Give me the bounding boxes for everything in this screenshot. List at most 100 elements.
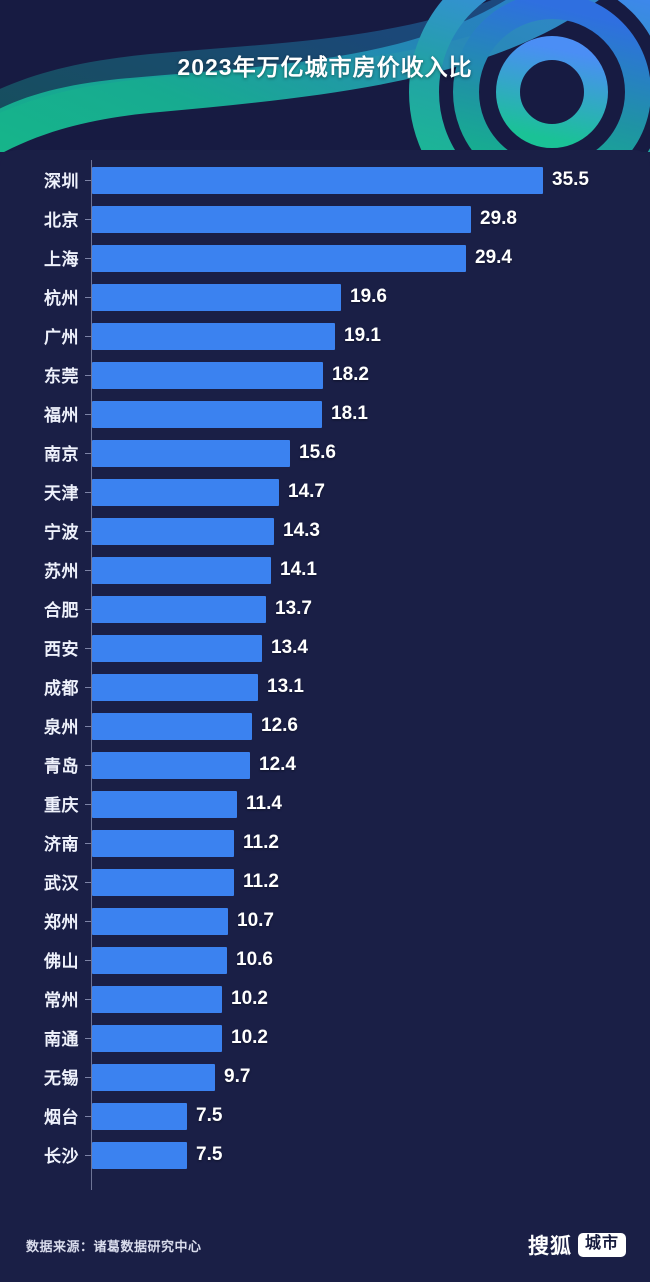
category-label: 无锡: [44, 1069, 79, 1088]
footer: 数据来源：诸葛数据研究中心 搜狐 城市: [0, 1202, 650, 1282]
bar-value-label: 14.1: [280, 559, 317, 580]
data-source-text: 数据来源：诸葛数据研究中心: [26, 1239, 202, 1254]
chart-row: 武汉 11.2: [0, 863, 650, 902]
category-label: 佛山: [44, 952, 79, 971]
bar-chart: 深圳 35.5 北京 29.8 上海 29.4 杭州 19.6 广州 19.1 东莞 18.2 福州 18…: [0, 150, 650, 1202]
bar-value-label: 11.2: [243, 871, 279, 892]
bar-value-label: 14.7: [288, 481, 325, 502]
category-label: 苏州: [44, 562, 79, 581]
axis-tick: [85, 531, 91, 532]
chart-row: 南京 15.6: [0, 434, 650, 473]
bar: [92, 986, 222, 1013]
chart-row: 宁波 14.3: [0, 512, 650, 551]
axis-tick: [85, 453, 91, 454]
bar-value-label: 14.3: [283, 520, 320, 541]
axis-tick: [85, 375, 91, 376]
bar: [92, 440, 290, 467]
bar-value-label: 9.7: [224, 1066, 251, 1087]
bar-value-label: 7.5: [196, 1144, 223, 1165]
page-title: 2023年万亿城市房价收入比: [177, 54, 473, 80]
category-label: 杭州: [44, 289, 79, 308]
axis-tick: [85, 258, 91, 259]
bar: [92, 362, 323, 389]
category-label: 长沙: [44, 1147, 79, 1166]
bar-value-label: 18.2: [332, 364, 369, 385]
category-label: 郑州: [44, 913, 79, 932]
axis-tick: [85, 843, 91, 844]
bar: [92, 518, 274, 545]
chart-row: 常州 10.2: [0, 980, 650, 1019]
bar-value-label: 29.4: [475, 247, 512, 268]
brand-badge-text: 城市: [577, 1233, 626, 1257]
bar: [92, 284, 341, 311]
category-label: 上海: [44, 250, 79, 269]
bar-value-label: 18.1: [331, 403, 368, 424]
axis-tick: [85, 882, 91, 883]
bar-value-label: 15.6: [299, 442, 336, 463]
brand-name-text: 搜狐: [527, 1235, 572, 1258]
brand-logo: 搜狐 城市: [528, 1230, 626, 1260]
category-label: 天津: [44, 484, 79, 503]
chart-row: 东莞 18.2: [0, 356, 650, 395]
category-label: 宁波: [44, 523, 79, 542]
axis-tick: [85, 1077, 91, 1078]
axis-tick: [85, 609, 91, 610]
infographic-root: 2023年万亿城市房价收入比 深圳 35.5 北京 29.8 上海 29.4 杭州 19.6 广…: [0, 0, 650, 1282]
header-banner: 2023年万亿城市房价收入比: [0, 0, 650, 152]
bar: [92, 167, 543, 194]
bar-value-label: 13.1: [267, 676, 304, 697]
bar-value-label: 12.4: [259, 754, 296, 775]
chart-row: 烟台 7.5: [0, 1097, 650, 1136]
axis-tick: [85, 921, 91, 922]
bar: [92, 479, 279, 506]
chart-row: 上海 29.4: [0, 239, 650, 278]
category-label: 重庆: [44, 796, 79, 815]
axis-tick: [85, 648, 91, 649]
axis-tick: [85, 219, 91, 220]
category-label: 福州: [44, 406, 79, 425]
axis-tick: [85, 180, 91, 181]
bar-value-label: 10.6: [236, 949, 273, 970]
bar-value-label: 10.2: [231, 988, 268, 1009]
category-label: 南通: [44, 1030, 79, 1049]
bar: [92, 1064, 215, 1091]
axis-tick: [85, 1116, 91, 1117]
chart-row: 济南 11.2: [0, 824, 650, 863]
chart-row: 佛山 10.6: [0, 941, 650, 980]
category-label: 深圳: [44, 172, 79, 191]
bar: [92, 245, 466, 272]
category-label: 泉州: [44, 718, 79, 737]
bar-value-label: 7.5: [196, 1105, 223, 1126]
bar: [92, 869, 234, 896]
category-label: 东莞: [44, 367, 79, 386]
chart-row: 长沙 7.5: [0, 1136, 650, 1175]
chart-row: 西安 13.4: [0, 629, 650, 668]
chart-row: 深圳 35.5: [0, 161, 650, 200]
category-label: 济南: [44, 835, 79, 854]
chart-row: 天津 14.7: [0, 473, 650, 512]
chart-row: 无锡 9.7: [0, 1058, 650, 1097]
bar-value-label: 13.4: [271, 637, 308, 658]
category-label: 西安: [44, 640, 79, 659]
category-label: 常州: [44, 991, 79, 1010]
axis-tick: [85, 804, 91, 805]
bar-value-label: 11.4: [246, 793, 282, 814]
chart-row: 北京 29.8: [0, 200, 650, 239]
axis-tick: [85, 999, 91, 1000]
category-label: 南京: [44, 445, 79, 464]
bar-value-label: 19.1: [344, 325, 381, 346]
bar: [92, 557, 271, 584]
bar: [92, 908, 228, 935]
axis-tick: [85, 492, 91, 493]
bar: [92, 830, 234, 857]
chart-row: 重庆 11.4: [0, 785, 650, 824]
bar-value-label: 19.6: [350, 286, 387, 307]
bar: [92, 713, 252, 740]
bar: [92, 635, 262, 662]
axis-tick: [85, 726, 91, 727]
bar: [92, 791, 237, 818]
category-label: 成都: [44, 679, 79, 698]
bar: [92, 674, 258, 701]
axis-tick: [85, 1155, 91, 1156]
bar: [92, 1103, 187, 1130]
